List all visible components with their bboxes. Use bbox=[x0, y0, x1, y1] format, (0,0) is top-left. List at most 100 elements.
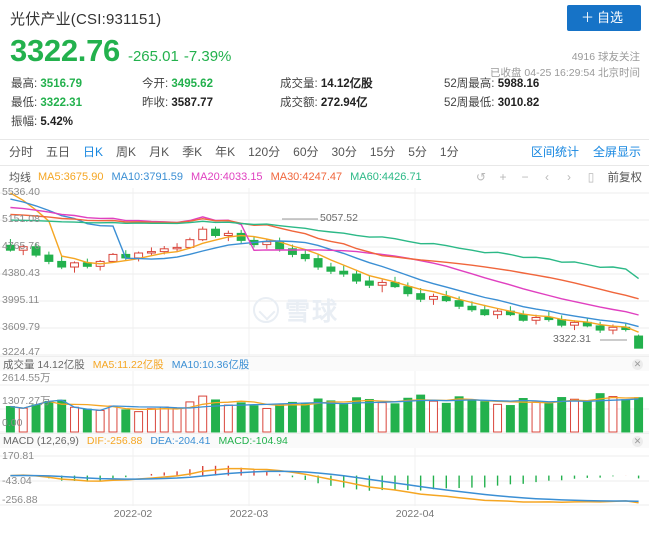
price-chart-pane[interactable]: 5536.40 5151.08 4765.76 4380.43 3995.11 … bbox=[0, 188, 649, 356]
volume-bar bbox=[571, 399, 579, 432]
volume-chart-svg bbox=[0, 371, 649, 433]
macd-value: MACD:-104.94 bbox=[218, 435, 287, 447]
ma60-line bbox=[10, 220, 638, 279]
macd-lines bbox=[10, 469, 638, 503]
tab-1分[interactable]: 1分 bbox=[440, 140, 459, 165]
volume-bar bbox=[71, 407, 79, 432]
tab-年K[interactable]: 年K bbox=[215, 140, 235, 165]
volume-bar bbox=[122, 410, 130, 432]
change-percent: -7.39% bbox=[184, 48, 232, 65]
market-status-time: 已收盘 04-25 16:29:54 北京时间 bbox=[490, 65, 640, 81]
stat-key: 成交量: bbox=[280, 78, 318, 90]
volume-chart-pane[interactable]: 2614.55万 1307.27万 0.00 bbox=[0, 371, 649, 433]
page-title: 光伏产业(CSI:931151) bbox=[10, 8, 639, 29]
volume-bar bbox=[635, 398, 643, 432]
volume-bars bbox=[6, 394, 642, 432]
candle bbox=[224, 231, 232, 242]
ma-value: MA20:4033.15 bbox=[191, 171, 263, 183]
tab-季K[interactable]: 季K bbox=[182, 140, 202, 165]
stat-key: 52周最高: bbox=[444, 78, 495, 90]
candle bbox=[365, 275, 373, 288]
volume-bar bbox=[19, 408, 27, 432]
macd-chart-pane[interactable]: 170.81 -43.04 -256.88 bbox=[0, 448, 649, 506]
close-icon[interactable]: ✕ bbox=[632, 359, 643, 370]
stat-item: 今开: 3495.62 bbox=[142, 75, 280, 91]
volume-bar bbox=[506, 406, 514, 432]
add-button-label: 自选 bbox=[597, 10, 623, 25]
tab-60分[interactable]: 60分 bbox=[293, 140, 318, 165]
tab-五日[interactable]: 五日 bbox=[46, 140, 70, 165]
x-tick: 2022-03 bbox=[230, 508, 269, 520]
tab-15分[interactable]: 15分 bbox=[370, 140, 395, 165]
zoom-out-icon[interactable]: − bbox=[517, 169, 534, 186]
volume-bar bbox=[455, 397, 463, 432]
volume-bar bbox=[224, 405, 232, 432]
stat-key: 52周最低: bbox=[444, 97, 495, 109]
volume-bar bbox=[340, 405, 348, 432]
candle bbox=[45, 252, 53, 265]
period-tabbar: 分时五日日K 周K 月K 季K 年K 120分 60分 30分 15分 5分 1分 区间统计全屏显示 bbox=[0, 139, 649, 166]
last-price: 3322.76 bbox=[10, 35, 120, 66]
tab-5分[interactable]: 5分 bbox=[408, 140, 427, 165]
candle bbox=[199, 227, 207, 242]
volume-bar bbox=[96, 410, 104, 432]
stat-value: 3495.62 bbox=[171, 78, 213, 90]
tab-日K[interactable]: 日K bbox=[83, 140, 103, 165]
ma-value: MA10:3791.59 bbox=[111, 171, 183, 183]
volume-bar bbox=[365, 399, 373, 432]
candle bbox=[340, 266, 348, 277]
ma-value: MA60:4426.71 bbox=[350, 171, 422, 183]
header-meta: 4916 球友关注 已收盘 04-25 16:29:54 北京时间 bbox=[490, 49, 640, 82]
volume-bar bbox=[391, 404, 399, 432]
candle bbox=[96, 260, 104, 271]
ma-value: MA30:4247.47 bbox=[271, 171, 343, 183]
volume-bar bbox=[263, 408, 271, 432]
x-tick: 2022-02 bbox=[114, 508, 153, 520]
volume-bar bbox=[237, 403, 245, 432]
action-区间统计[interactable]: 区间统计 bbox=[531, 140, 579, 165]
volume-ma-lines bbox=[10, 398, 638, 411]
candle bbox=[635, 335, 643, 349]
volume-bar bbox=[301, 403, 309, 432]
tab-120分[interactable]: 120分 bbox=[248, 140, 280, 165]
stat-item: 振幅: 5.42% bbox=[11, 113, 142, 129]
volume-bar bbox=[622, 400, 630, 432]
stat-value: 3587.77 bbox=[171, 97, 213, 109]
stat-key: 最低: bbox=[11, 97, 37, 109]
stat-key: 成交额: bbox=[280, 97, 318, 109]
measure-icon[interactable]: ▯ bbox=[583, 169, 600, 186]
action-全屏显示[interactable]: 全屏显示 bbox=[593, 140, 641, 165]
volume-ma5: MA5:11.22亿股 bbox=[93, 357, 164, 372]
stat-item: 成交量: 14.12亿股 bbox=[280, 75, 444, 91]
tab-分时[interactable]: 分时 bbox=[9, 140, 33, 165]
candle bbox=[558, 315, 566, 327]
candle bbox=[212, 227, 220, 238]
ma-value: MA5:3675.90 bbox=[38, 171, 103, 183]
tab-月K[interactable]: 月K bbox=[149, 140, 169, 165]
price-change: -265.01-7.39% bbox=[128, 48, 231, 65]
stat-value: 3516.79 bbox=[40, 78, 82, 90]
volume-bar bbox=[160, 407, 168, 432]
stat-item: 成交额: 272.94亿 bbox=[280, 94, 444, 110]
tab-周K[interactable]: 周K bbox=[116, 140, 136, 165]
candle bbox=[32, 243, 40, 257]
add-to-watchlist-button[interactable]: ＋自选 bbox=[567, 5, 641, 31]
volume-bar bbox=[442, 403, 450, 432]
pan-right-icon[interactable]: › bbox=[561, 169, 578, 186]
dea-line bbox=[10, 471, 638, 501]
reset-icon[interactable]: ↺ bbox=[473, 169, 490, 186]
macd-dif: DIF:-256.88 bbox=[87, 435, 142, 447]
volume-bar bbox=[583, 401, 591, 432]
stat-item: 昨收: 3587.77 bbox=[142, 94, 280, 110]
candle bbox=[135, 252, 143, 262]
candle bbox=[71, 261, 79, 272]
volume-bar bbox=[83, 409, 91, 432]
pan-left-icon[interactable]: ‹ bbox=[539, 169, 556, 186]
close-icon[interactable]: ✕ bbox=[632, 436, 643, 447]
volume-bar bbox=[147, 409, 155, 432]
candlesticks bbox=[6, 227, 642, 349]
zoom-in-icon[interactable]: + bbox=[495, 169, 512, 186]
tab-30分[interactable]: 30分 bbox=[332, 140, 357, 165]
candle bbox=[83, 259, 91, 269]
adjustment-toggle[interactable]: 前复权 bbox=[608, 169, 643, 185]
